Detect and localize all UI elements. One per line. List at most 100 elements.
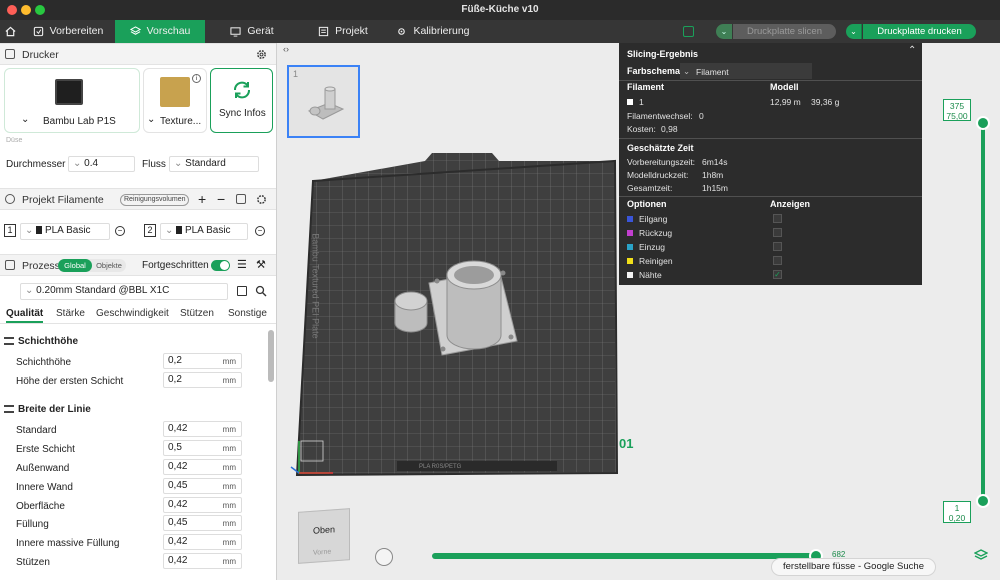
calibration-icon	[398, 28, 406, 35]
show-travel-checkbox[interactable]	[773, 214, 782, 223]
show-wipe-checkbox[interactable]	[773, 256, 782, 265]
layers-icon[interactable]	[974, 548, 988, 562]
layer-slider-track[interactable]	[981, 123, 985, 501]
plate-image	[160, 77, 190, 107]
tab-staerke[interactable]: Stärke	[56, 308, 85, 319]
advanced-label: Fortgeschritten	[142, 260, 209, 271]
layer-slider-top-handle[interactable]	[976, 116, 990, 130]
tab-geschwindigkeit[interactable]: Geschwindigkeit	[96, 308, 169, 319]
line-width-top-surface-input[interactable]: 0,42 mm	[163, 497, 242, 513]
fit-view-icon[interactable]	[375, 548, 393, 566]
tab-sonstige[interactable]: Sonstige	[228, 308, 267, 319]
plate-card[interactable]: i ⌄ Texture...	[143, 68, 207, 133]
toggle-global[interactable]: Global	[58, 259, 92, 272]
filament-slot-2-select[interactable]: ⌄ PLA Basic	[160, 223, 248, 240]
line-width-outer-wall-input[interactable]: 0,42 mm	[163, 459, 242, 475]
line-width-default-input[interactable]: 0,42 mm	[163, 421, 242, 437]
line-width-support-input[interactable]: 0,42 mm	[163, 553, 242, 569]
layout-toggle-icon[interactable]	[683, 26, 694, 37]
tab-vorschau[interactable]: Vorschau	[115, 20, 205, 43]
tabs-divider	[0, 323, 276, 324]
filament-slot-2-remove-icon[interactable]: −	[255, 226, 265, 236]
line-width-first-layer-input[interactable]: 0,5 mm	[163, 440, 242, 456]
sync-info-button[interactable]: Sync Infos	[210, 68, 273, 133]
color-scheme-value: Filament	[696, 67, 729, 77]
prepare-icon	[33, 26, 43, 37]
flow-select[interactable]: ⌄ Standard	[169, 156, 259, 172]
collapse-panel-icon[interactable]: ⌃	[908, 45, 916, 56]
plate-dropdown-chevron-icon: ⌄	[147, 114, 156, 125]
layer-height-group-icon	[4, 337, 14, 345]
compare-icon[interactable]: ⚒	[256, 258, 266, 271]
filament-slot-1-select[interactable]: ⌄ PLA Basic	[20, 223, 110, 240]
filament-icon	[5, 194, 15, 204]
line-width-inner-wall-input[interactable]: 0,45 mm	[163, 478, 242, 494]
setting-label: Erste Schicht	[16, 444, 75, 455]
unit: mm	[222, 538, 236, 547]
tab-label: Vorbereiten	[49, 25, 104, 37]
filament-slot-2-name: PLA Basic	[184, 225, 231, 236]
list-icon[interactable]: ☰	[237, 258, 247, 271]
remove-icon[interactable]: −	[217, 191, 225, 207]
filament-slot-1-number: 1	[4, 224, 16, 237]
move-slider-track[interactable]	[432, 553, 819, 559]
view-cube-front-label: Vorne	[313, 548, 332, 557]
option-label: Nähte	[639, 270, 662, 280]
filament-length: 12,99 m	[770, 97, 801, 107]
setting-value: 0,45	[168, 480, 188, 491]
tab-vorbereiten[interactable]: Vorbereiten	[22, 20, 114, 43]
setting-value: 0,42	[168, 536, 188, 547]
tab-geraet[interactable]: Gerät	[222, 20, 282, 43]
group-title-line-width: Breite der Linie	[18, 404, 91, 415]
tab-kalibrierung[interactable]: Kalibrierung	[394, 20, 472, 43]
sync-icon	[234, 81, 250, 99]
show-retract-checkbox[interactable]	[773, 228, 782, 237]
search-icon[interactable]	[255, 285, 267, 297]
print-plate-button[interactable]: Druckplatte drucken	[863, 24, 976, 39]
slice-plate-button[interactable]: Druckplatte slicen	[733, 24, 836, 39]
process-profile-select[interactable]: ⌄ 0.20mm Standard @BBL X1C	[20, 283, 228, 300]
sync-label: Sync Infos	[219, 108, 266, 119]
print-dropdown-button[interactable]: ⌄	[846, 24, 862, 39]
gear-icon[interactable]	[256, 49, 267, 60]
nozzle-diameter-select[interactable]: ⌄ 0.4	[68, 156, 135, 172]
filament-sync-icon[interactable]	[236, 194, 246, 204]
purge-volume-button[interactable]: Reinigungsvolumen	[120, 194, 190, 206]
project-icon	[319, 26, 329, 37]
show-seams-checkbox[interactable]: ✓	[773, 270, 782, 279]
line-width-internal-solid-infill-input[interactable]: 0,42 mm	[163, 534, 242, 550]
view-cube[interactable]: Oben Vorne	[298, 508, 350, 564]
advanced-switch[interactable]	[211, 260, 230, 271]
layer-height-input[interactable]: 0,2 mm	[163, 353, 242, 369]
filament-slot-1-remove-icon[interactable]: −	[115, 226, 125, 236]
home-button[interactable]	[0, 20, 20, 43]
plate-label: Bambu Textured PEI Plate	[310, 233, 321, 339]
show-deretract-checkbox[interactable]	[773, 242, 782, 251]
add-icon[interactable]: +	[198, 191, 206, 207]
filament-settings-gear-icon[interactable]	[256, 194, 267, 205]
line-width-group-icon	[4, 405, 14, 413]
line-width-infill-input[interactable]: 0,45 mm	[163, 515, 242, 531]
prep-time-label: Vorbereitungszeit:	[627, 157, 696, 167]
diameter-value: 0.4	[84, 158, 99, 169]
color-scheme-select[interactable]: ⌄ Filament	[680, 63, 812, 79]
tab-projekt[interactable]: Projekt	[312, 20, 374, 43]
save-icon[interactable]	[237, 286, 247, 296]
unit: mm	[222, 501, 236, 510]
profile-name: 0.20mm Standard @BBL X1C	[36, 285, 170, 296]
layer-slider-bottom-handle[interactable]	[976, 494, 990, 508]
toggle-objects[interactable]: Objekte	[93, 259, 125, 272]
tab-stuetzen[interactable]: Stützen	[180, 308, 214, 319]
printer-card[interactable]: ⌄ Bambu Lab P1S	[4, 68, 140, 133]
setting-label: Oberfläche	[16, 501, 65, 512]
first-layer-height-input[interactable]: 0,2 mm	[163, 372, 242, 388]
slice-dropdown-button[interactable]: ⌄	[716, 24, 732, 39]
info-icon[interactable]: i	[192, 74, 201, 83]
settings-sidebar: Drucker ⌄ Bambu Lab P1S i ⌄ Texture... S…	[0, 43, 277, 580]
global-objects-toggle[interactable]: Global Objekte	[58, 259, 126, 272]
tab-qualitaet[interactable]: Qualität	[6, 308, 44, 323]
setting-value: 0,5	[168, 442, 182, 453]
settings-scrollbar[interactable]	[268, 330, 274, 382]
printer-icon	[5, 49, 15, 59]
browser-tab-tooltip: ferstellbare füsse - Google Suche	[771, 558, 936, 576]
